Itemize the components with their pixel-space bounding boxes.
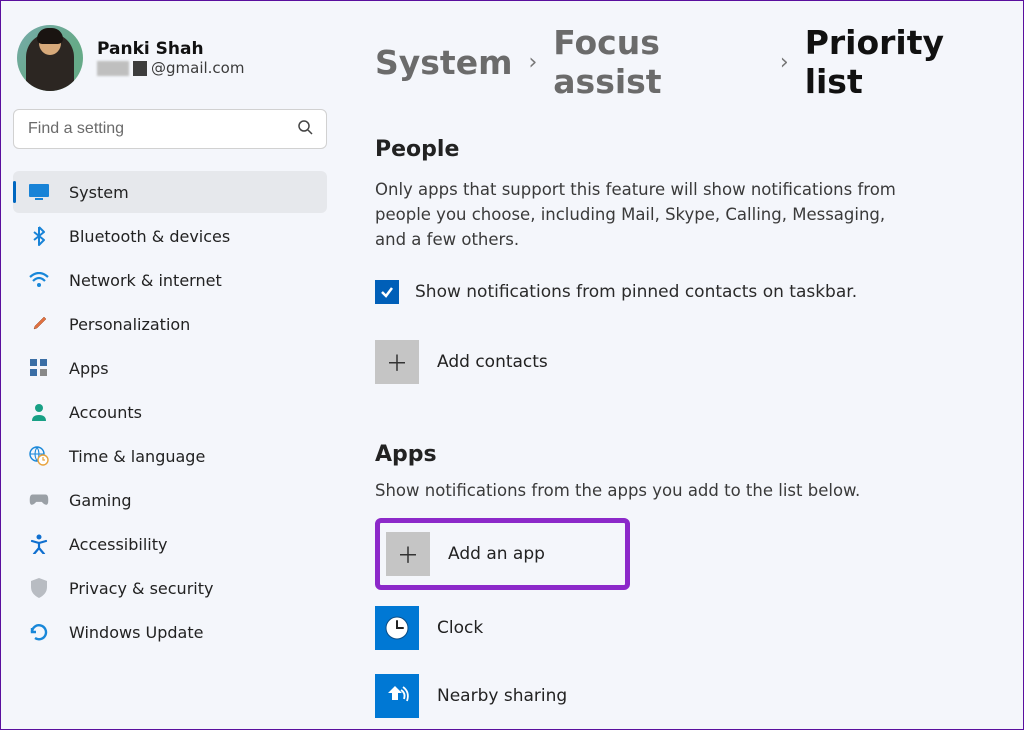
breadcrumb-current: Priority list — [805, 23, 999, 101]
nav-label: Personalization — [69, 315, 190, 334]
pinned-contacts-checkbox-row[interactable]: Show notifications from pinned contacts … — [375, 280, 999, 304]
nav-accessibility[interactable]: Accessibility — [13, 523, 327, 565]
checkbox-label: Show notifications from pinned contacts … — [415, 282, 857, 302]
breadcrumb-root[interactable]: System — [375, 43, 512, 82]
nav-network[interactable]: Network & internet — [13, 259, 327, 301]
nav-label: Network & internet — [69, 271, 222, 290]
nav-privacy[interactable]: Privacy & security — [13, 567, 327, 609]
app-label: Clock — [437, 618, 483, 638]
app-list-item-clock[interactable]: Clock — [375, 598, 999, 658]
share-icon — [375, 674, 419, 718]
globe-clock-icon — [29, 446, 49, 466]
apps-icon — [29, 358, 49, 378]
search-field[interactable] — [13, 109, 327, 149]
nav-bluetooth[interactable]: Bluetooth & devices — [13, 215, 327, 257]
people-heading: People — [375, 137, 999, 162]
people-description: Only apps that support this feature will… — [375, 178, 915, 252]
app-list-item-nearby-sharing[interactable]: Nearby sharing — [375, 666, 999, 726]
update-icon — [29, 622, 49, 642]
nav-system[interactable]: System — [13, 171, 327, 213]
nav-apps[interactable]: Apps — [13, 347, 327, 389]
nav-label: Privacy & security — [69, 579, 213, 598]
avatar — [17, 25, 83, 91]
chevron-right-icon: › — [780, 50, 789, 75]
display-icon — [29, 182, 49, 202]
nav-label: System — [69, 183, 129, 202]
profile-name: Panki Shah — [97, 39, 244, 59]
nav-label: Apps — [69, 359, 109, 378]
breadcrumb-mid[interactable]: Focus assist — [553, 23, 764, 101]
sidebar: Panki Shah @gmail.com System — [1, 1, 341, 729]
nav-accounts[interactable]: Accounts — [13, 391, 327, 433]
apps-heading: Apps — [375, 442, 999, 467]
add-app-button[interactable]: ＋ Add an app — [375, 518, 630, 590]
nav-personalization[interactable]: Personalization — [13, 303, 327, 345]
nav-gaming[interactable]: Gaming — [13, 479, 327, 521]
person-icon — [29, 402, 49, 422]
clock-icon — [375, 606, 419, 650]
plus-icon: ＋ — [375, 340, 419, 384]
nav-label: Accounts — [69, 403, 142, 422]
nav-label: Windows Update — [69, 623, 203, 642]
plus-icon: ＋ — [386, 532, 430, 576]
chevron-right-icon: › — [528, 50, 537, 75]
nav-label: Time & language — [69, 447, 205, 466]
nav-label: Gaming — [69, 491, 132, 510]
app-label: Nearby sharing — [437, 686, 567, 706]
main-content: System › Focus assist › Priority list Pe… — [341, 1, 1023, 729]
breadcrumb: System › Focus assist › Priority list — [375, 23, 999, 101]
search-input[interactable] — [13, 109, 327, 149]
brush-icon — [29, 314, 49, 334]
profile-email: @gmail.com — [97, 59, 244, 77]
gamepad-icon — [29, 490, 49, 510]
nav-time[interactable]: Time & language — [13, 435, 327, 477]
nav-update[interactable]: Windows Update — [13, 611, 327, 653]
checkbox-checked-icon[interactable] — [375, 280, 399, 304]
shield-icon — [29, 578, 49, 598]
wifi-icon — [29, 270, 49, 290]
profile-block[interactable]: Panki Shah @gmail.com — [9, 15, 331, 109]
nav: System Bluetooth & devices Network & int… — [9, 171, 331, 653]
accessibility-icon — [29, 534, 49, 554]
nav-label: Accessibility — [69, 535, 167, 554]
add-contacts-button[interactable]: ＋ Add contacts — [375, 332, 999, 392]
search-icon — [297, 119, 313, 139]
nav-label: Bluetooth & devices — [69, 227, 230, 246]
bluetooth-icon — [29, 226, 49, 246]
apps-description: Show notifications from the apps you add… — [375, 479, 915, 504]
